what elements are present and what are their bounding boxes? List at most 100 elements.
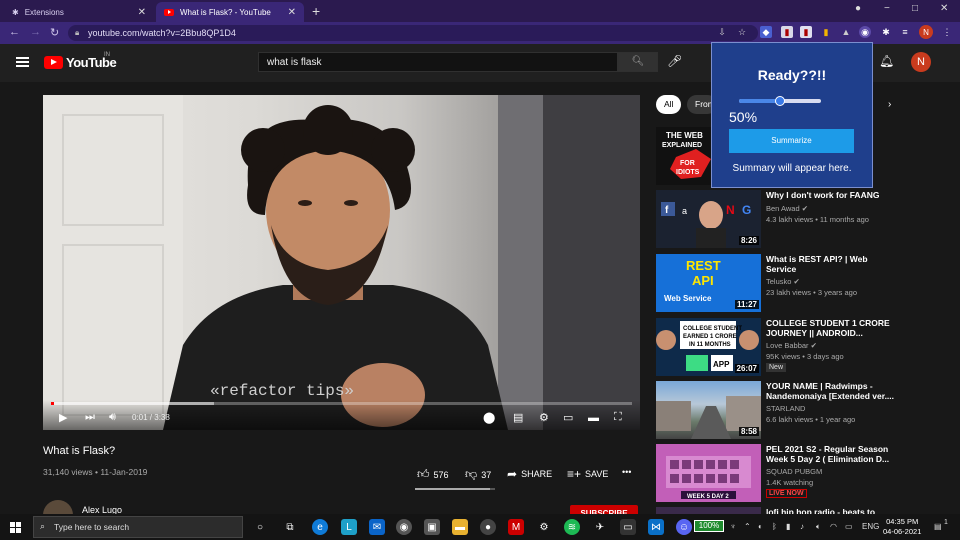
- youtube-logo-icon[interactable]: [44, 56, 63, 69]
- address-bar[interactable]: 🔒︎ youtube.com/watch?v=2Bbu8QP1D4: [68, 25, 758, 41]
- search-input[interactable]: what is flask: [258, 52, 618, 72]
- close-window-button[interactable]: ✕: [940, 3, 948, 14]
- shirt-overlay-text: «refactor tips»: [210, 382, 354, 400]
- extension-icon[interactable]: ◆: [760, 26, 772, 38]
- more-icon: •••: [622, 467, 632, 477]
- tab-extensions[interactable]: ✱ Extensions ✕: [4, 2, 154, 22]
- notification-center-icon[interactable]: ▤: [934, 522, 942, 531]
- next-icon[interactable]: ⏭︎: [85, 411, 95, 424]
- chip-all[interactable]: All: [656, 95, 682, 114]
- fullscreen-icon[interactable]: ⛶: [614, 411, 622, 424]
- terminal-icon[interactable]: ▭: [620, 519, 636, 535]
- extension-icon[interactable]: ▮: [800, 26, 812, 38]
- subtitles-icon[interactable]: ▤: [513, 411, 523, 424]
- windows-start-icon[interactable]: [10, 522, 21, 533]
- reload-icon[interactable]: ↻: [50, 26, 59, 39]
- app-l-icon[interactable]: L: [341, 519, 357, 535]
- list-item[interactable]: REST API Web Service 11:27 What is REST …: [656, 254, 946, 312]
- edge-icon[interactable]: e: [312, 519, 328, 535]
- tab-youtube[interactable]: What is Flask? - YouTube ✕: [156, 2, 304, 22]
- settings-gear-icon[interactable]: ⚙: [536, 519, 552, 535]
- tray-app-icon[interactable]: ◐: [758, 522, 763, 531]
- autoplay-toggle-icon[interactable]: ⬤: [483, 411, 495, 424]
- video-player[interactable]: «refactor tips» ▶ ⏭︎ 🔊︎ 0:01 / 3:38 ⬤ ▤ …: [43, 95, 640, 430]
- miniplayer-icon[interactable]: ▭: [563, 411, 573, 424]
- list-item[interactable]: WEEK 5 DAY 2 PEL 2021 S2 - Regular Seaso…: [656, 444, 946, 502]
- install-icon[interactable]: ⇩: [716, 26, 728, 38]
- list-item[interactable]: COLLEGE STUDENT EARNED 1 CRORE IN 11 MON…: [656, 318, 946, 376]
- summarizer-extension-icon[interactable]: ◉: [859, 26, 871, 38]
- microphone-icon[interactable]: 🎤︎: [667, 54, 682, 68]
- channel-name: STARLAND: [766, 404, 806, 413]
- new-tab-button[interactable]: +: [312, 3, 320, 19]
- language-indicator[interactable]: ENG: [862, 522, 879, 531]
- share-button[interactable]: ➦ SHARE: [507, 467, 552, 481]
- usb-icon[interactable]: ▮: [786, 522, 790, 531]
- tab-close-icon[interactable]: ✕: [288, 7, 296, 18]
- play-icon[interactable]: ▶: [59, 411, 67, 424]
- list-item[interactable]: f a N G 8:26 Why I don't work for FAANG …: [656, 190, 946, 248]
- store-icon[interactable]: ▣: [424, 519, 440, 535]
- popup-title: Ready??!!: [757, 67, 827, 83]
- progress-bar[interactable]: [51, 402, 632, 405]
- extension-icon[interactable]: ▮: [781, 26, 793, 38]
- battery-tray-icon[interactable]: ▭: [845, 522, 853, 531]
- chevron-up-icon[interactable]: ⌃: [744, 522, 751, 531]
- like-button[interactable]: 👍︎ 576: [417, 467, 449, 482]
- notifications-bell-icon[interactable]: 🔔︎: [879, 54, 894, 68]
- wifi-icon[interactable]: ◠: [830, 522, 837, 531]
- search-button[interactable]: 🔍︎: [618, 52, 658, 72]
- video-title: COLLEGE STUDENT 1 CRORE JOURNEY || ANDRO…: [766, 318, 890, 338]
- more-actions-button[interactable]: •••: [622, 467, 631, 477]
- svg-text:EXPLAINED: EXPLAINED: [662, 142, 702, 149]
- thumbs-up-icon: 👍︎: [417, 467, 430, 481]
- back-arrow-icon[interactable]: ←: [9, 26, 20, 38]
- video-thumbnail: REST API Web Service 11:27: [656, 254, 761, 312]
- forward-arrow-icon[interactable]: →: [30, 26, 41, 38]
- volume-icon[interactable]: 🔊︎: [109, 411, 116, 424]
- extension-icon[interactable]: ▲: [840, 26, 852, 38]
- file-explorer-icon[interactable]: ▬: [452, 519, 468, 535]
- save-button[interactable]: ≡+ SAVE: [567, 467, 608, 481]
- reading-list-icon[interactable]: ≡: [899, 26, 911, 38]
- browser-profile-avatar[interactable]: N: [919, 25, 933, 39]
- task-view-icon[interactable]: ⧉: [282, 519, 298, 535]
- chevron-right-icon[interactable]: ›: [888, 99, 891, 110]
- mcafee-icon[interactable]: M: [508, 519, 524, 535]
- app-icon[interactable]: ✈: [592, 519, 608, 535]
- microphone-icon[interactable]: ♪: [800, 522, 804, 531]
- clock-time: 04:35 PM: [886, 517, 919, 526]
- extension-icon[interactable]: ▮: [820, 26, 832, 38]
- theater-mode-icon[interactable]: ▬: [588, 412, 599, 424]
- vscode-icon[interactable]: ⋈: [648, 519, 664, 535]
- browser-menu-icon[interactable]: ⋮: [941, 26, 953, 38]
- tray-icon[interactable]: ♆: [730, 522, 736, 531]
- chrome-icon[interactable]: ◉: [396, 519, 412, 535]
- obs-icon[interactable]: ●: [480, 519, 496, 535]
- extensions-puzzle-icon[interactable]: ✱: [880, 26, 892, 38]
- menu-hamburger-icon[interactable]: [16, 57, 29, 67]
- summary-length-slider[interactable]: [739, 96, 821, 106]
- minimize-button[interactable]: −: [884, 3, 890, 14]
- youtube-account-avatar[interactable]: N: [911, 52, 931, 72]
- speaker-icon[interactable]: 🔈︎: [816, 522, 821, 532]
- mail-icon[interactable]: ✉: [369, 519, 385, 535]
- share-arrow-icon: ➦: [507, 467, 518, 481]
- list-item[interactable]: 8:58 YOUR NAME | Radwimps - Nandemonaiya…: [656, 381, 946, 439]
- spotify-icon[interactable]: ≋: [564, 519, 580, 535]
- settings-gear-icon[interactable]: ⚙: [539, 411, 549, 424]
- discord-icon[interactable]: ☺: [676, 519, 692, 535]
- cortana-icon[interactable]: ○: [252, 519, 268, 535]
- media-icon[interactable]: ●: [855, 3, 861, 14]
- clock[interactable]: 04:35 PM 04-06-2021: [883, 517, 921, 537]
- taskbar-search-input[interactable]: ⌕ Type here to search: [33, 516, 243, 538]
- channel-name: Ben Awad ✔: [766, 204, 809, 213]
- dislike-button[interactable]: 👎︎ 37: [465, 467, 491, 482]
- tab-close-icon[interactable]: ✕: [138, 7, 146, 18]
- slider-knob[interactable]: [775, 96, 785, 106]
- maximize-button[interactable]: □: [912, 3, 918, 14]
- bookmark-star-icon[interactable]: ☆: [736, 26, 748, 38]
- channel-name: Telusko ✔: [766, 277, 800, 286]
- summarize-button[interactable]: Summarize: [729, 129, 854, 153]
- bluetooth-icon[interactable]: ᛒ: [772, 522, 777, 531]
